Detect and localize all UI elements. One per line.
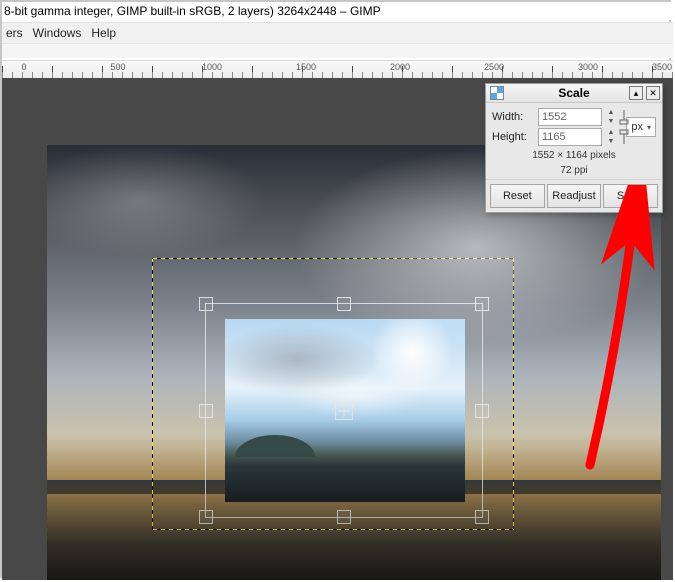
readjust-button[interactable]: Readjust — [547, 184, 602, 208]
ruler-mark: 0 — [21, 62, 26, 72]
ruler-mark: 3000 — [578, 62, 598, 72]
ruler-mark: 2000 — [390, 62, 410, 72]
ruler-mark: 500 — [110, 62, 125, 72]
handle-e[interactable] — [475, 404, 489, 418]
ruler-horizontal: 0 500 1000 1500 2000 2500 3000 3500 — [2, 60, 673, 79]
window-title: 8-bit gamma integer, GIMP built-in sRGB,… — [4, 4, 381, 18]
status-pixel-size: 1552 × 1164 pixels — [492, 149, 656, 162]
handle-s[interactable] — [337, 510, 351, 524]
width-input[interactable]: 1552 — [538, 108, 602, 126]
handle-n[interactable] — [337, 297, 351, 311]
menu-item-truncated[interactable]: ers — [6, 26, 23, 40]
status-ppi: 72 ppi — [492, 164, 656, 177]
dialog-titlebar[interactable]: Scale ▴ ✕ — [486, 84, 662, 103]
toolbar-strip — [2, 44, 673, 58]
scale-button[interactable]: Scale — [603, 184, 658, 208]
width-spinner[interactable]: ▲▼ — [606, 108, 616, 126]
handle-se[interactable] — [475, 510, 489, 524]
height-label: Height: — [492, 131, 534, 143]
height-spinner[interactable]: ▲▼ — [606, 128, 616, 146]
dialog-body: Width: 1552 ▲▼ Height: 1165 ▲▼ px ▾ — [486, 103, 662, 179]
menu-item-help[interactable]: Help — [91, 26, 116, 40]
chain-link-icon[interactable] — [618, 108, 626, 146]
ruler-mark: 3500 — [652, 62, 672, 72]
window-titlebar: 8-bit gamma integer, GIMP built-in sRGB,… — [2, 2, 673, 20]
handle-nw[interactable] — [199, 297, 213, 311]
height-input[interactable]: 1165 — [538, 128, 602, 146]
scale-transform-box[interactable] — [205, 303, 483, 518]
reset-button[interactable]: Reset — [490, 184, 545, 208]
handle-ne[interactable] — [475, 297, 489, 311]
selection-marquee — [152, 258, 514, 530]
unit-label: px — [631, 121, 643, 133]
chevron-down-icon: ▾ — [647, 123, 651, 132]
handle-w[interactable] — [199, 404, 213, 418]
scale-dialog[interactable]: Scale ▴ ✕ Width: 1552 ▲▼ Height: 1165 ▲▼ — [485, 83, 663, 213]
width-label: Width: — [492, 111, 534, 123]
menu-item-windows[interactable]: Windows — [33, 26, 82, 40]
close-icon[interactable]: ✕ — [646, 86, 660, 100]
unit-selector[interactable]: px ▾ — [626, 117, 656, 137]
menubar: ers Windows Help — [2, 22, 673, 44]
handle-sw[interactable] — [199, 510, 213, 524]
ruler-mark: 2500 — [484, 62, 504, 72]
image-floating-layer[interactable] — [225, 319, 465, 502]
ruler-mark: 1500 — [296, 62, 316, 72]
ruler-mark: 1000 — [202, 62, 222, 72]
handle-center[interactable] — [335, 402, 353, 420]
shade-icon[interactable]: ▴ — [629, 86, 643, 100]
